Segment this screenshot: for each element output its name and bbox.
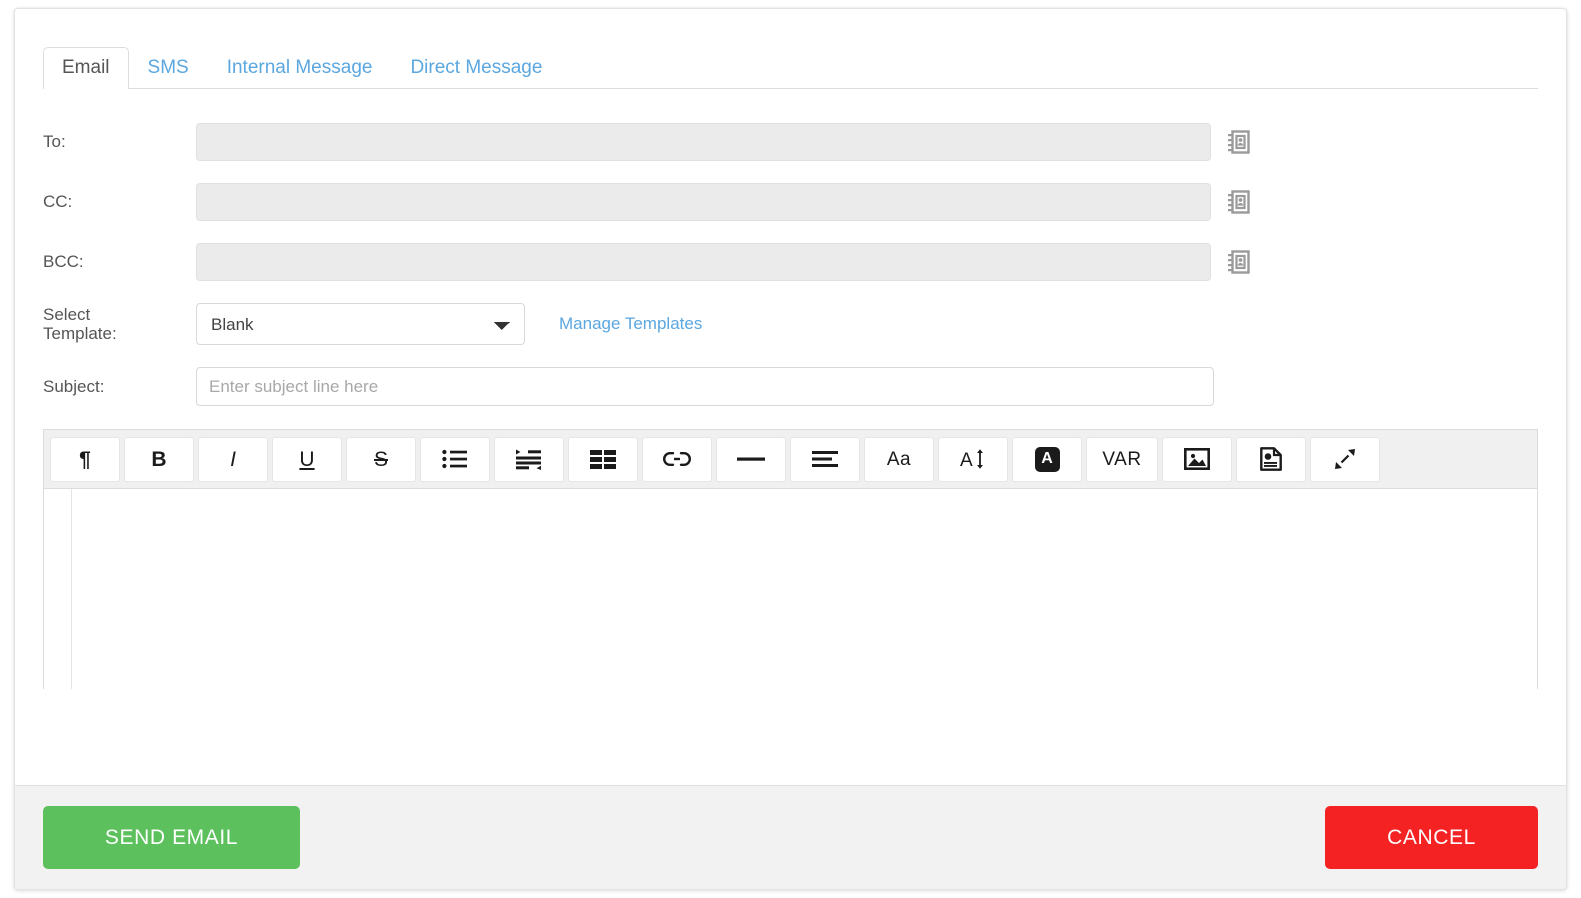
cc-input[interactable] bbox=[196, 183, 1211, 221]
editor-toolbar: ¶ B I U S bbox=[44, 430, 1537, 489]
select-template-label-line1: Select bbox=[43, 305, 90, 324]
bcc-input[interactable] bbox=[196, 243, 1211, 281]
insert-image-icon[interactable] bbox=[1162, 437, 1232, 482]
message-type-tabs: Email SMS Internal Message Direct Messag… bbox=[43, 46, 1538, 89]
subject-row: Subject: bbox=[43, 367, 1538, 406]
subject-label: Subject: bbox=[43, 377, 196, 397]
bold-icon[interactable]: B bbox=[124, 437, 194, 482]
editor-gutter bbox=[44, 489, 72, 689]
tab-internal-message-label: Internal Message bbox=[227, 57, 373, 78]
message-body-input[interactable] bbox=[72, 489, 1537, 689]
cc-row: CC: bbox=[43, 183, 1538, 221]
text-color-glyph: A bbox=[1035, 447, 1060, 472]
text-color-icon[interactable]: A bbox=[1012, 437, 1082, 482]
cc-address-book-icon[interactable] bbox=[1227, 189, 1251, 215]
bcc-row: BCC: bbox=[43, 243, 1538, 281]
tab-sms[interactable]: SMS bbox=[129, 47, 208, 89]
table-icon[interactable] bbox=[568, 437, 638, 482]
fullscreen-icon[interactable] bbox=[1310, 437, 1380, 482]
subject-input[interactable] bbox=[196, 367, 1214, 406]
horizontal-rule-icon[interactable] bbox=[716, 437, 786, 482]
tab-internal-message[interactable]: Internal Message bbox=[208, 47, 392, 89]
strikethrough-glyph: S bbox=[374, 449, 388, 470]
to-row: To: bbox=[43, 123, 1538, 161]
to-address-book-icon[interactable] bbox=[1227, 129, 1251, 155]
font-family-icon[interactable]: Aa bbox=[864, 437, 934, 482]
align-icon[interactable] bbox=[790, 437, 860, 482]
to-input[interactable] bbox=[196, 123, 1211, 161]
compose-message-dialog: Email SMS Internal Message Direct Messag… bbox=[14, 8, 1567, 890]
template-select[interactable]: Blank bbox=[196, 303, 525, 345]
manage-templates-link[interactable]: Manage Templates bbox=[559, 314, 702, 334]
tab-direct-message-label: Direct Message bbox=[410, 57, 542, 78]
svg-text:A: A bbox=[960, 450, 973, 470]
dialog-footer: SEND EMAIL CANCEL bbox=[15, 785, 1566, 889]
bcc-address-book-icon[interactable] bbox=[1227, 249, 1251, 275]
underline-icon[interactable]: U bbox=[272, 437, 342, 482]
insert-variable-label: VAR bbox=[1102, 450, 1141, 469]
bcc-label: BCC: bbox=[43, 252, 196, 272]
font-family-glyph: Aa bbox=[887, 450, 911, 469]
editor-body bbox=[44, 489, 1537, 689]
to-label: To: bbox=[43, 132, 196, 152]
insert-variable-button[interactable]: VAR bbox=[1086, 437, 1158, 482]
italic-glyph: I bbox=[230, 449, 236, 470]
template-row: Select Template: Blank Manage Templates bbox=[43, 303, 1538, 345]
paragraph-format-icon[interactable]: ¶ bbox=[50, 437, 120, 482]
font-size-icon[interactable]: A bbox=[938, 437, 1008, 482]
indent-icon[interactable] bbox=[494, 437, 564, 482]
tab-direct-message[interactable]: Direct Message bbox=[391, 47, 561, 89]
tab-sms-label: SMS bbox=[148, 57, 189, 78]
select-template-label-line2: Template: bbox=[43, 324, 117, 343]
underline-glyph: U bbox=[299, 449, 314, 470]
bold-glyph: B bbox=[151, 449, 166, 470]
compose-form: To: CC: bbox=[15, 123, 1566, 406]
select-template-label: Select Template: bbox=[43, 305, 196, 343]
insert-link-icon[interactable] bbox=[642, 437, 712, 482]
italic-icon[interactable]: I bbox=[198, 437, 268, 482]
unordered-list-icon[interactable] bbox=[420, 437, 490, 482]
tab-email-label: Email bbox=[62, 57, 110, 78]
paragraph-glyph: ¶ bbox=[79, 449, 91, 470]
rich-text-editor: ¶ B I U S bbox=[43, 429, 1538, 689]
cc-label: CC: bbox=[43, 192, 196, 212]
tab-email[interactable]: Email bbox=[43, 47, 129, 89]
cancel-button[interactable]: CANCEL bbox=[1325, 806, 1538, 869]
send-email-button[interactable]: SEND EMAIL bbox=[43, 806, 300, 869]
insert-document-icon[interactable] bbox=[1236, 437, 1306, 482]
strikethrough-icon[interactable]: S bbox=[346, 437, 416, 482]
